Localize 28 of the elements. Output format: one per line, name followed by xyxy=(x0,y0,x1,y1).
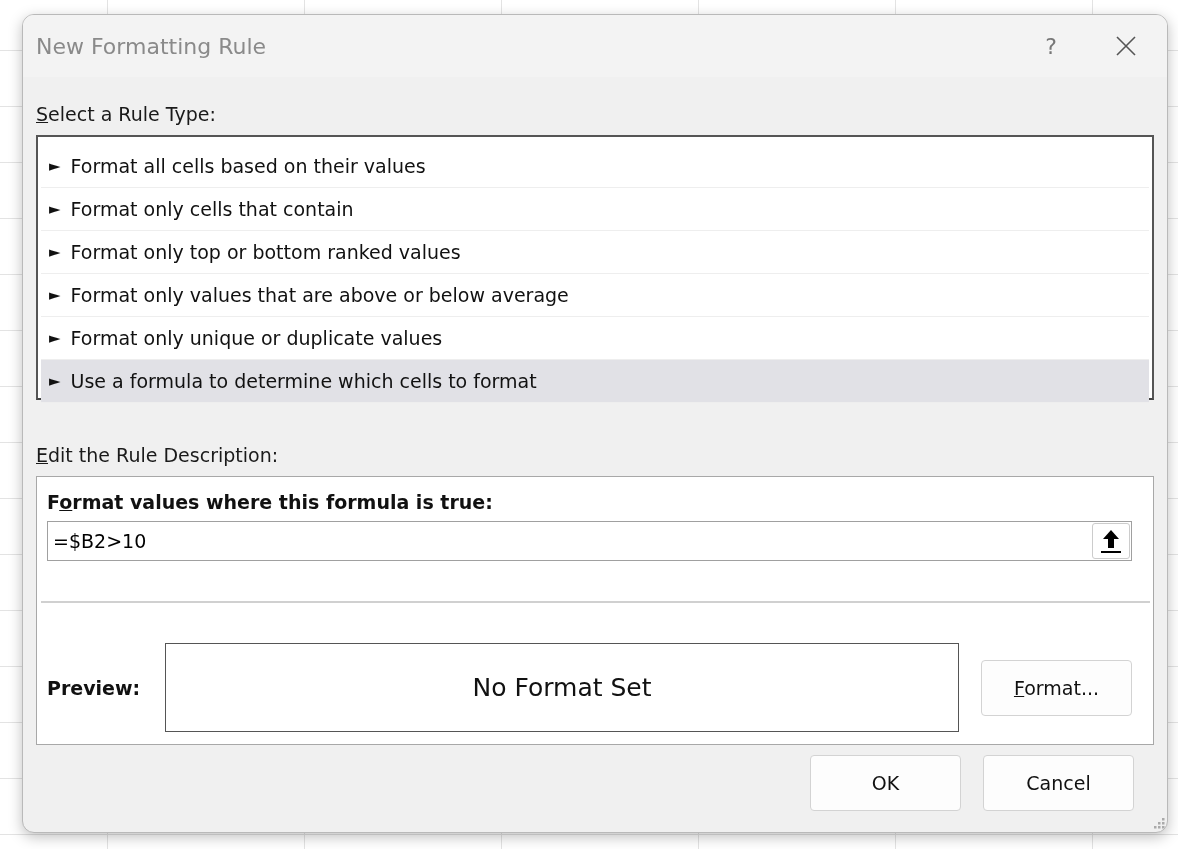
ok-button[interactable]: OK xyxy=(810,755,961,811)
bullet: ► xyxy=(49,200,61,218)
item-label: Format all cells based on their values xyxy=(70,155,426,177)
item-label: Format only values that are above or below average xyxy=(70,284,569,306)
item-label: Format only top or bottom ranked values xyxy=(70,241,461,263)
bullet: ► xyxy=(49,372,61,390)
bullet: ► xyxy=(49,243,61,261)
window-title: New Formatting Rule xyxy=(36,33,268,59)
bullet: ► xyxy=(49,157,61,175)
section-label: Edit the Rule Description: xyxy=(36,444,280,466)
cancel-button[interactable]: Cancel xyxy=(983,755,1134,811)
close-icon xyxy=(1115,35,1137,57)
up-arrow-icon xyxy=(1100,528,1122,554)
preview-label: Preview: xyxy=(47,676,142,699)
formula-field[interactable]: =$B2>10 xyxy=(47,521,1132,561)
item-label: Format only unique or duplicate values xyxy=(70,327,443,349)
item-label: Use a formula to determine which cells to format xyxy=(70,370,537,392)
item-label: Format only cells that contain xyxy=(70,198,354,220)
help-button[interactable]: ? xyxy=(1021,32,1081,60)
rule-type-item[interactable]: ► Use a formula to determine which cells to format xyxy=(41,360,1149,403)
preview-box: No Format Set xyxy=(165,643,959,732)
format-button[interactable]: Format... xyxy=(981,659,1132,716)
bullet: ► xyxy=(49,329,61,347)
section-label: Select a Rule Type: xyxy=(36,103,217,125)
collapse-button[interactable] xyxy=(1092,523,1130,559)
resize-grip-icon xyxy=(1151,816,1165,830)
formula-label: Format values where this formula is true: xyxy=(47,491,494,513)
bullet: ► xyxy=(49,286,61,304)
